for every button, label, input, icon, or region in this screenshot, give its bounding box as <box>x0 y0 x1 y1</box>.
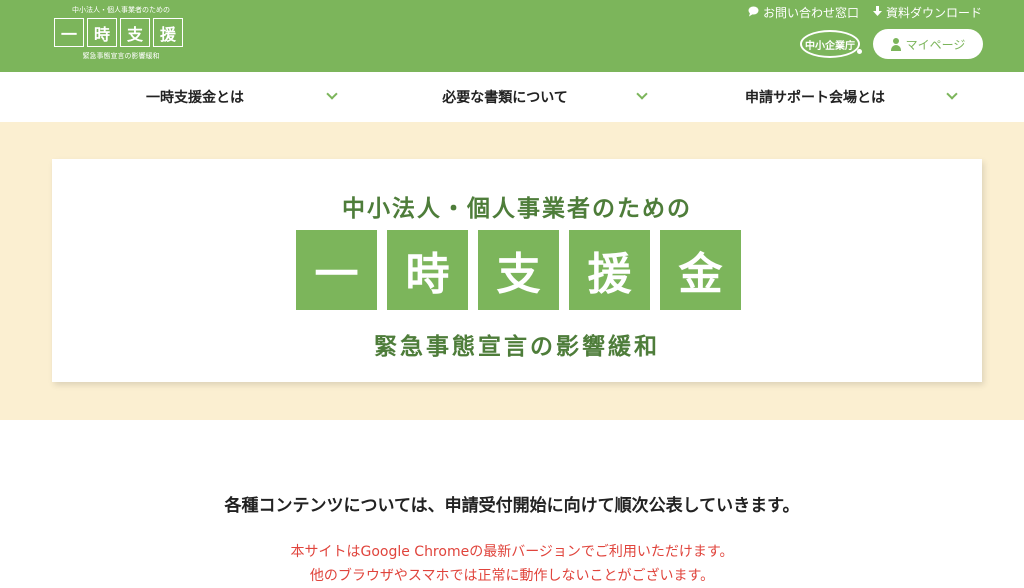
site-logo[interactable]: 中小法人・個人事業者のための 一 時 支 援 緊急事態宣言の影響緩和 <box>54 5 188 63</box>
chat-icon <box>748 6 759 20</box>
hero-title-tile: 一 <box>296 230 377 310</box>
nav-item-label: 申請サポート会場とは <box>745 90 885 106</box>
download-link[interactable]: 資料ダウンロード <box>872 4 982 21</box>
chevron-down-icon <box>326 88 338 100</box>
logo-tile: 時 <box>87 18 117 47</box>
chevron-down-icon <box>636 88 648 100</box>
hero-section: 中小法人・個人事業者のための 一 時 支 援 金 緊急事態宣言の影響緩和 <box>0 122 1024 420</box>
hero-title-tile: 援 <box>569 230 650 310</box>
logo-tile: 一 <box>54 18 84 47</box>
site-header: 中小法人・個人事業者のための 一 時 支 援 緊急事態宣言の影響緩和 お問い合わ… <box>0 0 1024 72</box>
hero-caption: 緊急事態宣言の影響緩和 <box>374 334 660 360</box>
nav-item-about[interactable]: 一時支援金とは <box>40 72 350 122</box>
logo-tile: 支 <box>120 18 150 47</box>
chevron-down-icon <box>946 88 958 100</box>
hero-subtitle: 中小法人・個人事業者のための <box>342 196 692 222</box>
logo-tiles: 一 時 支 援 <box>54 18 183 47</box>
mypage-button[interactable]: マイページ <box>873 29 983 59</box>
logo-tile: 援 <box>153 18 183 47</box>
hero-title-tile: 支 <box>478 230 559 310</box>
nav-item-documents[interactable]: 必要な書類について <box>350 72 660 122</box>
announcement-text: 各種コンテンツについては、申請受付開始に向けて順次公表していきます。 <box>224 496 800 516</box>
agency-dot-icon <box>857 49 862 54</box>
download-link-label: 資料ダウンロード <box>885 6 982 20</box>
agency-logo[interactable]: 中小企業庁 <box>800 30 862 58</box>
utility-links: お問い合わせ窓口 資料ダウンロード <box>748 4 982 21</box>
browser-warning-line: 本サイトはGoogle Chromeの最新バージョンでご利用いただけます。 <box>290 544 734 560</box>
hero-card: 中小法人・個人事業者のための 一 時 支 援 金 緊急事態宣言の影響緩和 <box>52 159 982 382</box>
hero-title-tile: 時 <box>387 230 468 310</box>
logo-caption: 緊急事態宣言の影響緩和 <box>82 52 160 60</box>
hero-title-tile: 金 <box>660 230 741 310</box>
mypage-button-label: マイページ <box>905 37 966 52</box>
contact-link-label: お問い合わせ窓口 <box>762 6 859 20</box>
browser-warning: 本サイトはGoogle Chromeの最新バージョンでご利用いただけます。 他の… <box>0 540 1024 588</box>
download-icon <box>872 5 882 20</box>
nav-item-label: 一時支援金とは <box>146 90 244 106</box>
main-nav: 一時支援金とは 必要な書類について 申請サポート会場とは <box>0 72 1024 122</box>
logo-subtitle: 中小法人・個人事業者のための <box>72 6 170 14</box>
person-icon <box>890 37 901 51</box>
browser-warning-line: 他のブラウザやスマホでは正常に動作しないことがございます。 <box>309 568 715 584</box>
agency-logo-label: 中小企業庁 <box>805 40 855 52</box>
contact-link[interactable]: お問い合わせ窓口 <box>748 4 859 21</box>
nav-item-label: 必要な書類について <box>442 90 568 106</box>
hero-title-tiles: 一 時 支 援 金 <box>296 230 741 310</box>
nav-item-support-venue[interactable]: 申請サポート会場とは <box>660 72 970 122</box>
